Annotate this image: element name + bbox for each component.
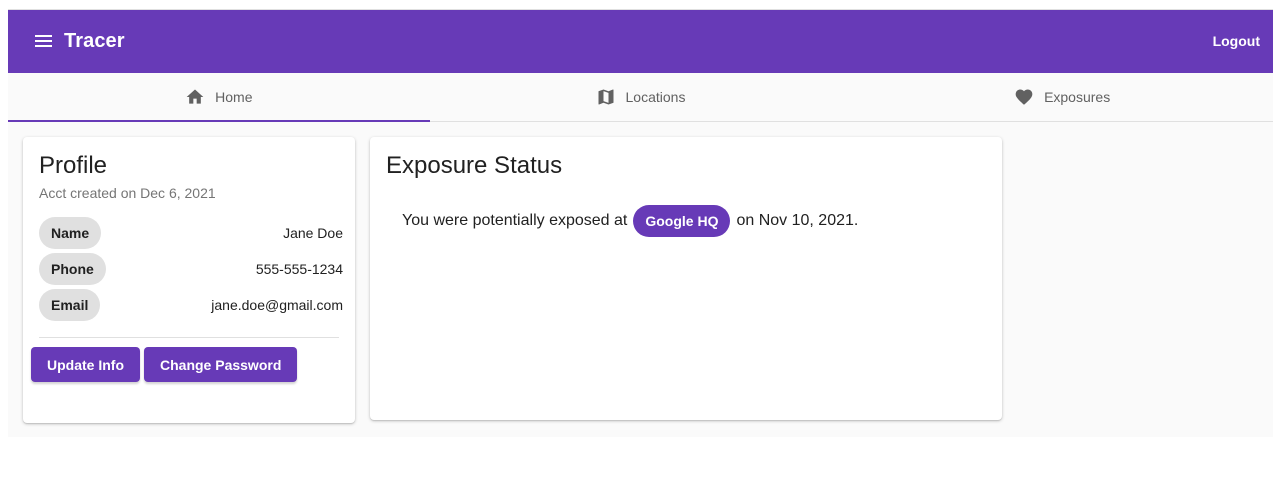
map-icon <box>598 89 614 105</box>
email-value: jane.doe@gmail.com <box>211 297 343 313</box>
profile-title: Profile <box>39 152 108 179</box>
tab-exposures-label: Exposures <box>1044 89 1111 105</box>
name-value: Jane Doe <box>283 225 343 241</box>
profile-card: Profile Acct created on Dec 6, 2021 Name… <box>23 137 355 423</box>
tab-locations-label: Locations <box>625 89 686 105</box>
app-frame: Tracer Logout Home Locations Exposures P… <box>8 9 1273 437</box>
menu-icon[interactable] <box>34 33 54 49</box>
home-icon <box>186 89 204 104</box>
tab-locations[interactable]: Locations <box>430 73 852 121</box>
app-bar: Tracer Logout <box>8 10 1273 73</box>
exposure-text-after: on Nov 10, 2021. <box>736 212 859 229</box>
phone-label-chip: Phone <box>39 253 106 285</box>
email-label-chip: Email <box>39 289 101 321</box>
exposure-title: Exposure Status <box>386 152 563 179</box>
app-title: Tracer <box>64 30 125 52</box>
phone-row: Phone 555-555-1234 <box>39 253 343 285</box>
location-chip[interactable]: Google HQ <box>633 205 731 237</box>
tab-home-label: Home <box>215 89 253 105</box>
heart-icon <box>1015 89 1033 105</box>
email-row: Email jane.doe@gmail.com <box>39 289 343 321</box>
name-label-chip: Name <box>39 217 102 249</box>
logout-button[interactable]: Logout <box>1213 33 1260 49</box>
change-password-button[interactable]: Change Password <box>144 347 298 382</box>
update-info-button[interactable]: Update Info <box>31 347 140 382</box>
exposure-message: You were potentially exposed at Google H… <box>402 205 858 237</box>
profile-divider <box>39 337 339 338</box>
phone-value: 555-555-1234 <box>255 261 343 277</box>
tab-bar: Home Locations Exposures <box>8 73 1273 122</box>
name-row: Name Jane Doe <box>39 217 343 249</box>
tab-home[interactable]: Home <box>8 73 430 122</box>
exposure-card: Exposure Status You were potentially exp… <box>370 137 1002 420</box>
account-created-text: Acct created on Dec 6, 2021 <box>39 185 216 201</box>
exposure-text-before: You were potentially exposed at <box>402 212 628 229</box>
tab-exposures[interactable]: Exposures <box>851 73 1273 121</box>
